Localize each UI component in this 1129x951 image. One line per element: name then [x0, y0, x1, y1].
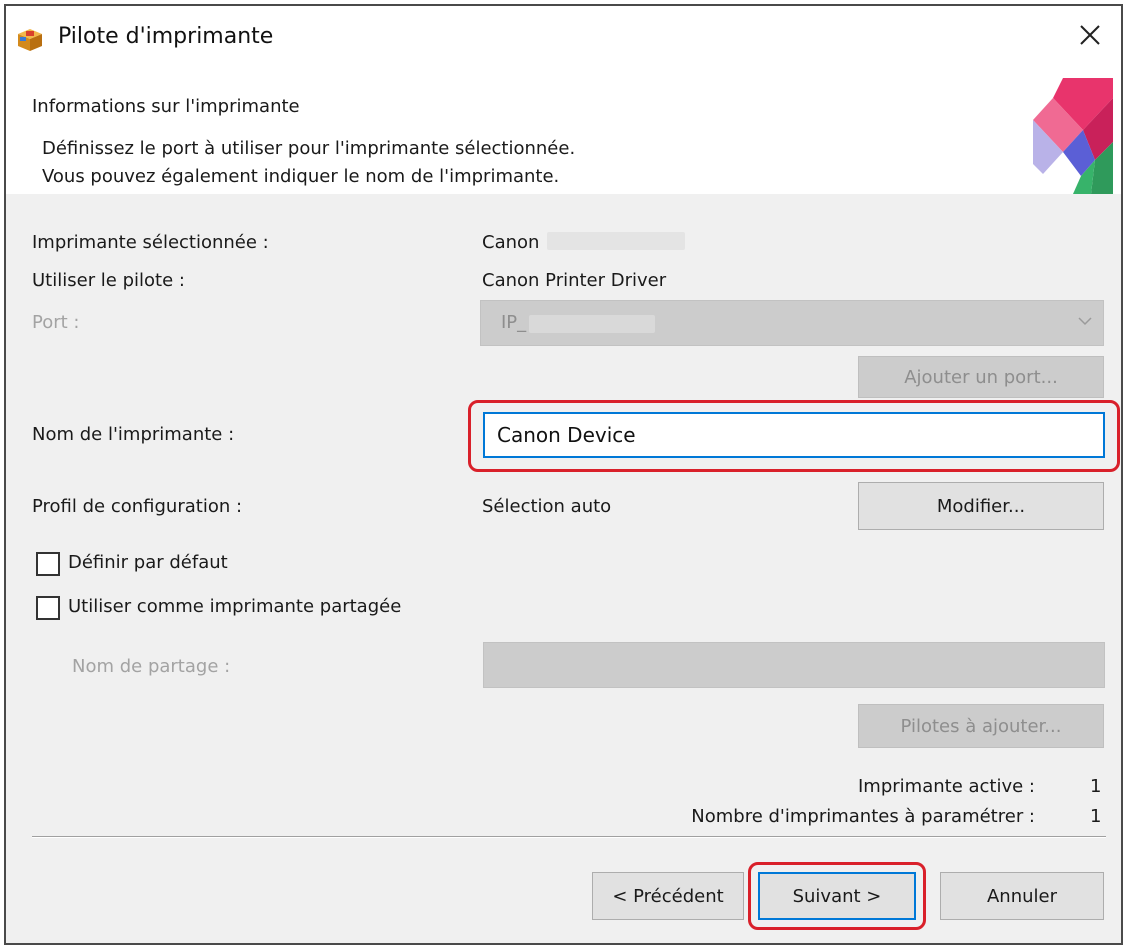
- header-title: Informations sur l'imprimante: [32, 96, 300, 117]
- port-label: Port :: [32, 312, 80, 333]
- set-default-label[interactable]: Définir par défaut: [68, 552, 228, 573]
- selected-printer-label: Imprimante sélectionnée :: [32, 232, 269, 253]
- shared-printer-label[interactable]: Utiliser comme imprimante partagée: [68, 596, 401, 617]
- config-profile-label: Profil de configuration :: [32, 496, 243, 517]
- printer-name-input[interactable]: [483, 412, 1105, 458]
- config-profile-value: Sélection auto: [482, 496, 612, 517]
- add-drivers-button[interactable]: Pilotes à ajouter...: [858, 704, 1104, 748]
- set-default-checkbox[interactable]: [36, 552, 60, 576]
- next-button[interactable]: Suivant >: [758, 872, 916, 920]
- share-name-label: Nom de partage :: [72, 656, 231, 677]
- redacted-port: [529, 315, 655, 333]
- close-icon: [1079, 24, 1101, 50]
- printer-name-label: Nom de l'imprimante :: [32, 424, 235, 445]
- modify-button[interactable]: Modifier...: [858, 482, 1104, 530]
- printer-count-value: 1: [1090, 806, 1102, 827]
- previous-button[interactable]: < Précédent: [592, 872, 744, 920]
- header-banner-graphic: [1033, 78, 1113, 194]
- redacted-model: [547, 232, 686, 250]
- wizard-header: Informations sur l'imprimante Définissez…: [6, 78, 1121, 195]
- wizard-body: Imprimante sélectionnée : Canon Utiliser…: [6, 194, 1121, 943]
- add-port-button[interactable]: Ajouter un port...: [858, 356, 1104, 398]
- footer-separator: [32, 836, 1106, 838]
- printer-driver-dialog: Pilote d'imprimante Informations sur l'i…: [4, 4, 1123, 945]
- title-bar: Pilote d'imprimante: [6, 6, 1121, 78]
- printer-count-label: Nombre d'imprimantes à paramétrer :: [691, 806, 1035, 827]
- active-printer-label: Imprimante active :: [858, 776, 1035, 797]
- window-title: Pilote d'imprimante: [58, 24, 274, 49]
- chevron-down-icon: [1077, 313, 1093, 333]
- selected-printer-value: Canon: [482, 232, 686, 253]
- header-description-line-2: Vous pouvez également indiquer le nom de…: [42, 166, 560, 187]
- active-printer-value: 1: [1090, 776, 1102, 797]
- header-description-line-1: Définissez le port à utiliser pour l'imp…: [42, 138, 576, 159]
- driver-value: Canon Printer Driver: [482, 270, 667, 291]
- driver-label: Utiliser le pilote :: [32, 270, 185, 291]
- shared-printer-checkbox[interactable]: [36, 596, 60, 620]
- port-select: IP_: [480, 300, 1104, 346]
- cancel-button[interactable]: Annuler: [940, 872, 1104, 920]
- close-button[interactable]: [1059, 6, 1121, 68]
- port-select-value: IP_: [501, 312, 527, 333]
- share-name-input: [483, 642, 1105, 688]
- printer-driver-box-icon: [16, 26, 44, 52]
